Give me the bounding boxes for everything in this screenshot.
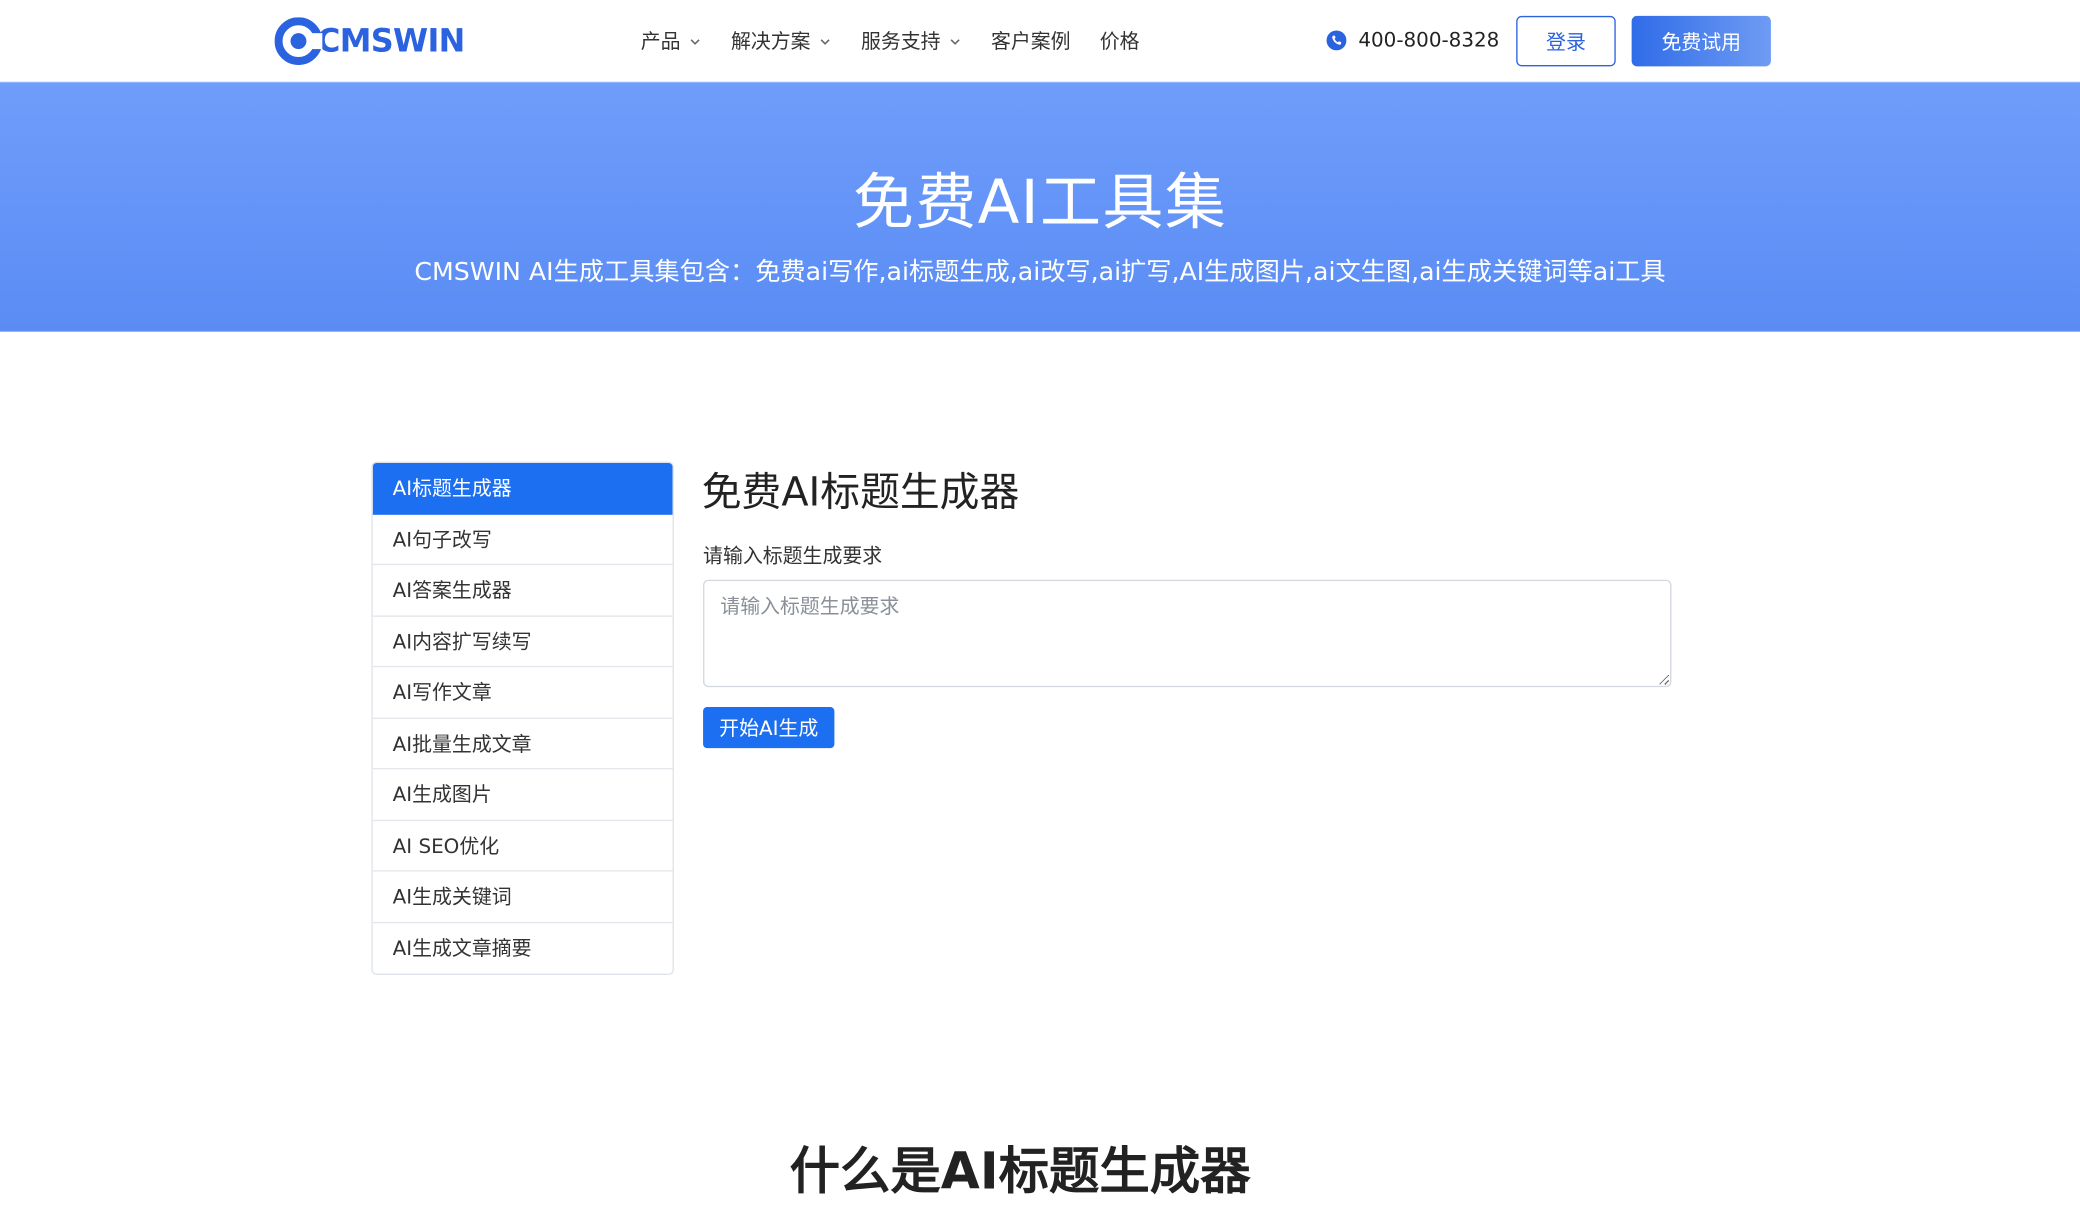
phone-number: 400-800-8328	[1358, 27, 1500, 52]
tool-sidebar: AI标题生成器 AI句子改写 AI答案生成器 AI内容扩写续写 AI写作文章 A…	[371, 461, 674, 975]
site-header: CMSWIN 产品 解决方案 服务支持 客户案例 价格 400-800-8328…	[0, 0, 2080, 83]
sidebar-item-answer-generator[interactable]: AI答案生成器	[372, 565, 673, 617]
page: CMSWIN 产品 解决方案 服务支持 客户案例 价格 400-800-8328…	[0, 0, 2080, 1225]
sidebar-item-batch-articles[interactable]: AI批量生成文章	[372, 718, 673, 770]
nav-label: 服务支持	[860, 29, 941, 54]
main-nav: 产品 解决方案 服务支持 客户案例 价格	[641, 27, 1169, 55]
nav-label: 产品	[640, 29, 681, 54]
sidebar-item-content-expand[interactable]: AI内容扩写续写	[372, 616, 673, 668]
section-title: 什么是AI标题生成器	[789, 1142, 1251, 1201]
sidebar-item-image-generation[interactable]: AI生成图片	[372, 769, 673, 821]
nav-label: 客户案例	[990, 29, 1071, 54]
contact-phone[interactable]: 400-800-8328	[1326, 27, 1500, 52]
chevron-down-icon	[690, 38, 700, 45]
sidebar-item-article-summary[interactable]: AI生成文章摘要	[373, 923, 673, 974]
sidebar-item-sentence-rewrite[interactable]: AI句子改写	[372, 514, 673, 566]
nav-label: 解决方案	[730, 29, 811, 54]
free-trial-button[interactable]: 免费试用	[1631, 15, 1771, 67]
nav-item-cases[interactable]: 客户案例	[991, 27, 1071, 55]
prompt-input[interactable]	[703, 579, 1672, 688]
sidebar-item-seo-optimization[interactable]: AI SEO优化	[372, 820, 673, 872]
hero-title: 免费AI工具集	[852, 165, 1228, 238]
nav-item-solutions[interactable]: 解决方案	[731, 27, 832, 55]
hero-banner: 免费AI工具集 CMSWIN AI生成工具集包含：免费ai写作,ai标题生成,a…	[0, 82, 2080, 332]
nav-item-pricing[interactable]: 价格	[1100, 27, 1140, 55]
cmswin-logo-icon	[274, 17, 323, 65]
sidebar-item-title-generator[interactable]: AI标题生成器	[372, 462, 673, 515]
sidebar-item-keyword-generation[interactable]: AI生成关键词	[372, 872, 673, 923]
sidebar-item-article-writing[interactable]: AI写作文章	[372, 667, 673, 719]
phone-icon	[1326, 29, 1347, 50]
nav-label: 价格	[1099, 29, 1140, 54]
tool-title: 免费AI标题生成器	[701, 469, 1020, 517]
chevron-down-icon	[950, 38, 960, 45]
prompt-label: 请输入标题生成要求	[703, 543, 883, 568]
start-generate-button[interactable]: 开始AI生成	[703, 707, 835, 749]
site-logo[interactable]: CMSWIN	[274, 16, 465, 66]
nav-item-support[interactable]: 服务支持	[861, 27, 962, 55]
chevron-down-icon	[820, 38, 830, 45]
hero-subtitle: CMSWIN AI生成工具集包含：免费ai写作,ai标题生成,ai改写,ai扩写…	[414, 257, 1666, 287]
login-button[interactable]: 登录	[1516, 15, 1616, 67]
logo-text: CMSWIN	[317, 22, 465, 60]
nav-item-products[interactable]: 产品	[641, 27, 702, 55]
